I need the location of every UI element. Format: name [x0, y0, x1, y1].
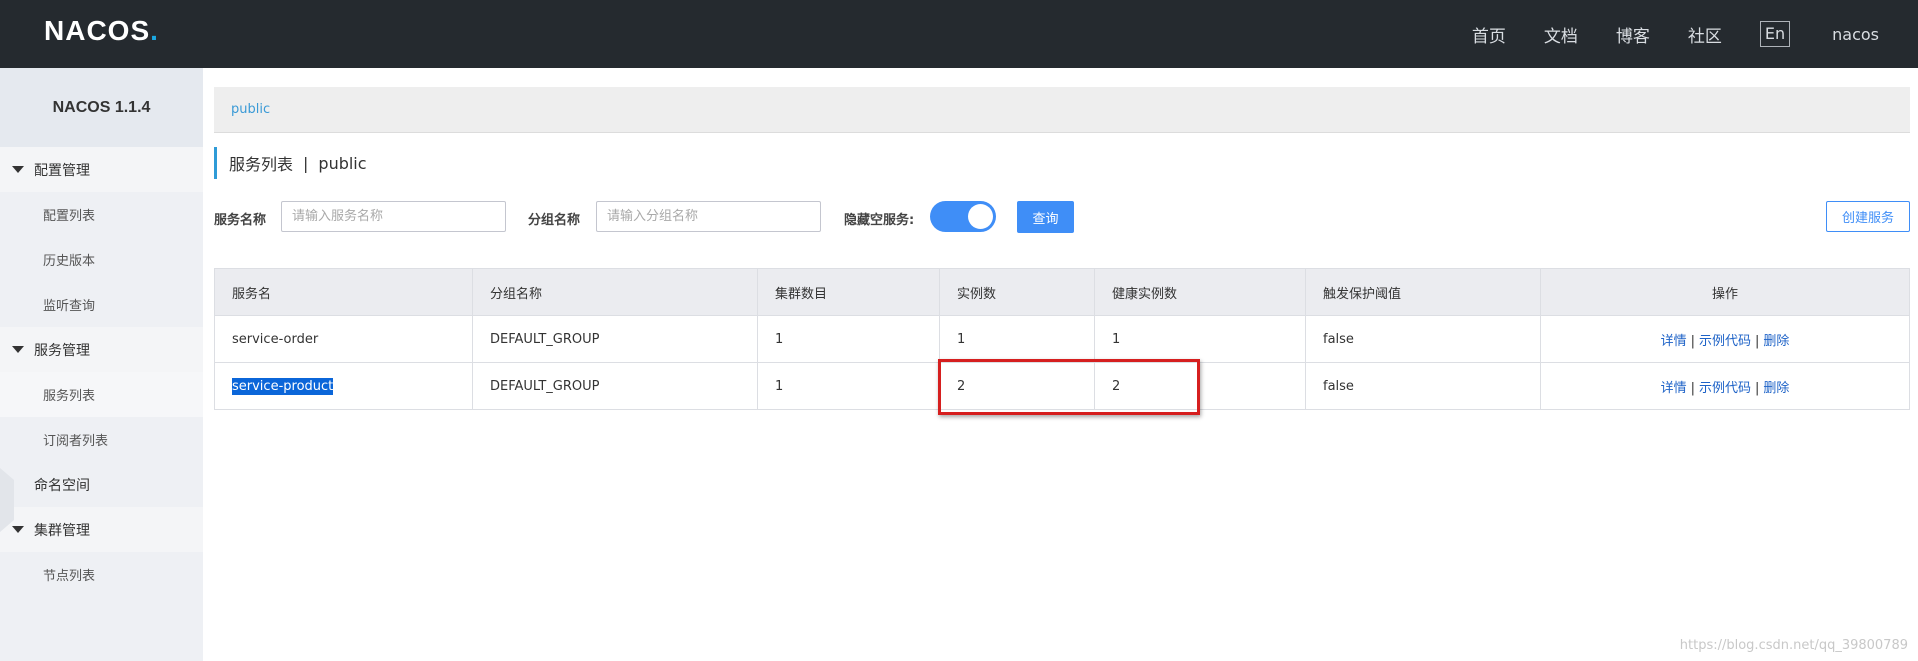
nav-home[interactable]: 首页 [1472, 22, 1506, 47]
table-header-row: 服务名 分组名称 集群数目 实例数 健康实例数 触发保护阈值 操作 [214, 268, 1910, 316]
toggle-knob [968, 204, 993, 229]
logo-dot: . [150, 15, 159, 46]
sidebar-item-subscribers[interactable]: 订阅者列表 [0, 417, 203, 462]
sidebar-group-service[interactable]: 服务管理 [0, 327, 203, 372]
nav-docs[interactable]: 文档 [1544, 22, 1578, 47]
logo-text: NACOS [44, 15, 151, 46]
cell-group: DEFAULT_GROUP [472, 362, 758, 410]
cell-service-name: service-product [214, 362, 473, 410]
cell-actions: 详情 | 示例代码 | 删除 [1540, 315, 1910, 363]
sidebar-group-cluster[interactable]: 集群管理 [0, 507, 203, 552]
group-name-label: 分组名称 [528, 213, 581, 228]
cell-instances: 1 [939, 315, 1095, 363]
user-name[interactable]: nacos [1832, 25, 1879, 44]
sidebar-group-config[interactable]: 配置管理 [0, 147, 203, 192]
namespace-bar: public [214, 87, 1910, 133]
annotation-highlight-box [938, 359, 1200, 415]
column-header: 实例数 [939, 268, 1095, 316]
cell-clusters: 1 [757, 315, 940, 363]
sidebar-group-label: 服务管理 [34, 342, 90, 359]
page-title-namespace: public [318, 153, 367, 173]
sidebar-item-history[interactable]: 历史版本 [0, 237, 203, 282]
cell-protect-threshold: false [1305, 315, 1541, 363]
version-label: NACOS 1.1.4 [0, 68, 203, 147]
column-header: 集群数目 [757, 268, 940, 316]
column-header: 健康实例数 [1094, 268, 1306, 316]
cell-protect-threshold: false [1305, 362, 1541, 410]
title-separator: | [303, 153, 309, 173]
nav-blog[interactable]: 博客 [1616, 22, 1650, 47]
delete-link[interactable]: 删除 [1763, 381, 1789, 396]
caret-down-icon [12, 346, 24, 353]
page-title-text: 服务列表 [229, 155, 294, 174]
column-header: 分组名称 [472, 268, 758, 316]
sidebar-collapse-handle[interactable] [0, 468, 14, 532]
sidebar-item-config-list[interactable]: 配置列表 [0, 192, 203, 237]
table-row: service-order DEFAULT_GROUP 1 1 1 false … [214, 315, 1910, 363]
page-title: 服务列表 | public [214, 147, 367, 179]
language-switch[interactable]: En [1759, 21, 1791, 47]
service-name-input[interactable] [281, 201, 506, 232]
action-separator: | [1755, 380, 1760, 396]
sidebar-group-label: 配置管理 [34, 162, 90, 179]
sidebar-item-listener-query[interactable]: 监听查询 [0, 282, 203, 327]
sidebar-item-node-list[interactable]: 节点列表 [0, 552, 203, 597]
top-bar: NACOS. 首页 文档 博客 社区 En nacos [0, 0, 1918, 68]
column-header: 触发保护阈值 [1305, 268, 1541, 316]
nacos-logo[interactable]: NACOS. [44, 14, 159, 48]
sidebar-group-label: 集群管理 [34, 522, 90, 539]
service-name-label: 服务名称 [214, 213, 267, 228]
namespace-link-public[interactable]: public [231, 102, 270, 117]
column-header: 服务名 [214, 268, 473, 316]
group-name-input[interactable] [596, 201, 821, 232]
sample-code-link[interactable]: 示例代码 [1699, 381, 1751, 396]
hide-empty-label: 隐藏空服务: [844, 213, 915, 228]
caret-down-icon [12, 166, 24, 173]
sample-code-link[interactable]: 示例代码 [1699, 334, 1751, 349]
cell-healthy-instances: 1 [1094, 315, 1306, 363]
cell-service-name: service-order [214, 315, 473, 363]
cell-actions: 详情 | 示例代码 | 删除 [1540, 362, 1910, 410]
cell-group: DEFAULT_GROUP [472, 315, 758, 363]
cell-clusters: 1 [757, 362, 940, 410]
detail-link[interactable]: 详情 [1661, 334, 1687, 349]
app-window: NACOS. 首页 文档 博客 社区 En nacos NACOS 1.1.4 … [0, 0, 1918, 661]
detail-link[interactable]: 详情 [1661, 381, 1687, 396]
sidebar-item-service-list[interactable]: 服务列表 [0, 372, 203, 417]
sidebar: NACOS 1.1.4 配置管理 配置列表 历史版本 监听查询 服务管理 服务列… [0, 68, 203, 661]
action-separator: | [1690, 380, 1695, 396]
filter-bar: 服务名称 分组名称 隐藏空服务: 查询 创建服务 [214, 201, 1910, 233]
query-button[interactable]: 查询 [1017, 201, 1074, 233]
sidebar-item-namespace[interactable]: 命名空间 [0, 462, 203, 507]
nav-community[interactable]: 社区 [1688, 22, 1722, 47]
create-service-button[interactable]: 创建服务 [1826, 201, 1910, 232]
delete-link[interactable]: 删除 [1763, 334, 1789, 349]
column-header: 操作 [1540, 268, 1910, 316]
top-nav: 首页 文档 博客 社区 En nacos [1472, 0, 1918, 68]
watermark: https://blog.csdn.net/qq_39800789 [1679, 638, 1908, 653]
hide-empty-toggle[interactable] [930, 201, 996, 232]
action-separator: | [1690, 333, 1695, 349]
selected-text: service-product [232, 377, 334, 395]
action-separator: | [1755, 333, 1760, 349]
